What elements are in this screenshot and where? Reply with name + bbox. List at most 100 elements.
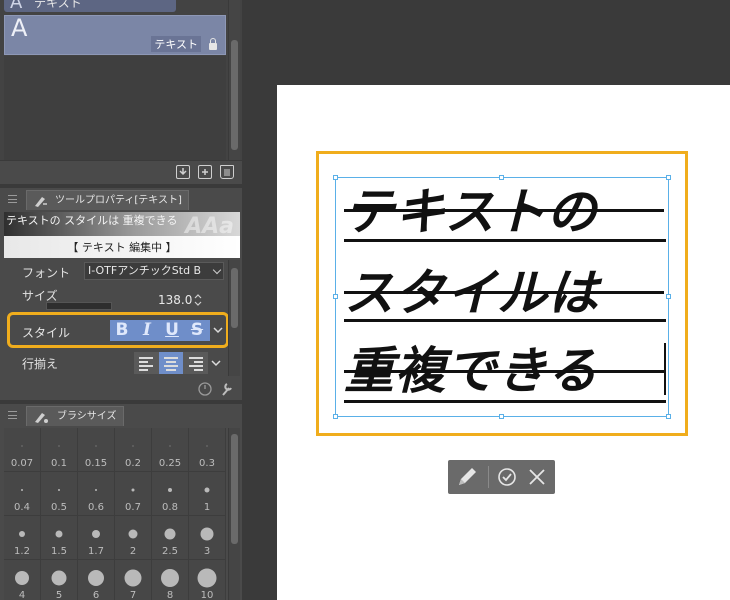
brush-size-cell[interactable]: 0.2 xyxy=(115,428,152,472)
align-center-icon[interactable] xyxy=(159,352,183,374)
brush-size-dot-icon xyxy=(21,445,23,447)
style-button-group: B I U S xyxy=(110,320,210,341)
brush-size-cell[interactable]: 4 xyxy=(4,560,41,600)
brush-size-icon xyxy=(33,410,49,424)
layer-item-label: テキスト xyxy=(151,36,201,52)
tab-tool-property[interactable]: ツールプロパティ[テキスト] xyxy=(26,190,189,210)
brush-size-dot-icon xyxy=(19,531,25,537)
resize-handle[interactable] xyxy=(666,414,671,419)
brush-size-dot-icon xyxy=(95,489,97,491)
layer-list-empty-area xyxy=(4,56,226,160)
merge-down-icon[interactable] xyxy=(176,165,190,179)
preview-status: 【 テキスト 編集中 】 xyxy=(67,241,177,254)
brush-size-scrollbar[interactable] xyxy=(228,428,240,600)
pencil-icon[interactable] xyxy=(450,460,484,494)
underline-button[interactable]: U xyxy=(160,320,184,341)
resize-handle[interactable] xyxy=(499,175,504,180)
layer-scrollbar-thumb[interactable] xyxy=(231,40,238,150)
brush-size-label: 2.5 xyxy=(162,546,178,557)
layer-item-top-label: テキスト xyxy=(34,0,82,10)
brush-size-cell[interactable]: 8 xyxy=(152,560,189,600)
tool-property-header: ツールプロパティ[テキスト] xyxy=(0,188,242,210)
brush-size-cell[interactable]: 0.15 xyxy=(78,428,115,472)
confirm-icon[interactable] xyxy=(490,460,524,494)
tool-property-scrollbar-thumb[interactable] xyxy=(231,268,238,328)
resize-handle[interactable] xyxy=(333,294,338,299)
brush-size-cell[interactable]: 0.7 xyxy=(115,472,152,516)
brush-size-cell[interactable]: 0.1 xyxy=(41,428,78,472)
layer-panel: A テキスト A テキスト xyxy=(0,0,242,184)
size-slider[interactable] xyxy=(46,302,112,310)
layer-item-top[interactable]: A テキスト xyxy=(4,0,176,12)
brush-size-label: 1.7 xyxy=(88,546,104,557)
brush-size-label: 0.5 xyxy=(51,502,67,513)
brush-size-cell[interactable]: 1 xyxy=(189,472,226,516)
brush-size-dot-icon xyxy=(168,488,172,492)
brush-size-dot-icon xyxy=(197,568,217,588)
chevron-down-icon xyxy=(212,265,222,275)
style-dropdown-icon[interactable] xyxy=(212,321,224,339)
brush-size-cell[interactable]: 0.25 xyxy=(152,428,189,472)
brush-size-cell[interactable]: 1.5 xyxy=(41,516,78,560)
trash-icon[interactable] xyxy=(220,165,234,179)
size-spinner-icon[interactable] xyxy=(194,293,202,307)
brush-size-cell[interactable]: 0.07 xyxy=(4,428,41,472)
brush-size-grid: 0.07 0.1 0.15 0.2 0.25 0.3 0.4 0.5 0.6 0.7 0.8 1 1.2… xyxy=(4,428,226,600)
brush-size-scrollbar-thumb[interactable] xyxy=(231,434,238,544)
preview-status-bar: 【 テキスト 編集中 】 xyxy=(4,236,240,258)
close-icon[interactable] xyxy=(520,460,554,494)
align-dropdown-icon[interactable] xyxy=(210,356,222,373)
align-button-group xyxy=(134,352,208,374)
font-select[interactable]: I-OTFアンチックStd B xyxy=(84,262,224,280)
brush-size-dot-icon xyxy=(161,569,179,587)
brush-size-label: 2 xyxy=(129,546,137,557)
panel-menu-icon[interactable] xyxy=(8,411,17,419)
brush-size-cell[interactable]: 1.7 xyxy=(78,516,115,560)
brush-size-label: 1 xyxy=(203,502,211,513)
resize-handle[interactable] xyxy=(666,175,671,180)
resize-handle[interactable] xyxy=(499,414,504,419)
duplicate-layer-icon[interactable] xyxy=(198,165,212,179)
tool-preview: テキストの スタイルは 重複できる AAa 【 テキスト 編集中 】 xyxy=(4,212,240,258)
tab-brush-size[interactable]: ブラシサイズ xyxy=(26,406,124,426)
brush-size-cell[interactable]: 10 xyxy=(189,560,226,600)
brush-size-cell[interactable]: 6 xyxy=(78,560,115,600)
align-left-icon[interactable] xyxy=(134,352,158,374)
brush-size-cell[interactable]: 0.6 xyxy=(78,472,115,516)
bold-button[interactable]: B xyxy=(110,320,134,341)
brush-size-label: 0.4 xyxy=(14,502,30,513)
brush-size-dot-icon xyxy=(206,445,208,447)
size-value[interactable]: 138.0 xyxy=(158,293,192,307)
brush-size-dot-icon xyxy=(164,528,176,540)
brush-size-cell[interactable]: 2.5 xyxy=(152,516,189,560)
brush-size-cell[interactable]: 1.2 xyxy=(4,516,41,560)
brush-size-label: 7 xyxy=(129,590,137,600)
lock-icon[interactable] xyxy=(209,38,217,50)
brush-size-cell[interactable]: 3 xyxy=(189,516,226,560)
brush-size-cell[interactable]: 7 xyxy=(115,560,152,600)
brush-size-dot-icon xyxy=(15,571,29,585)
align-right-icon[interactable] xyxy=(184,352,208,374)
brush-size-cell[interactable]: 0.4 xyxy=(4,472,41,516)
text-tool-icon xyxy=(33,194,49,208)
brush-size-label: 4 xyxy=(18,590,26,600)
layer-item-selected[interactable]: A テキスト xyxy=(4,14,226,55)
brush-size-cell[interactable]: 5 xyxy=(41,560,78,600)
brush-size-label: 1.5 xyxy=(51,546,67,557)
brush-size-cell[interactable]: 0.3 xyxy=(189,428,226,472)
brush-size-cell[interactable]: 0.8 xyxy=(152,472,189,516)
brush-size-label: 3 xyxy=(203,546,211,557)
preview-title: テキストの スタイルは 重複できる xyxy=(6,214,178,227)
text-line-1[interactable]: テキストの xyxy=(344,184,672,240)
brush-size-cell[interactable]: 2 xyxy=(115,516,152,560)
resize-handle[interactable] xyxy=(333,414,338,419)
brush-size-dot-icon xyxy=(51,570,67,586)
brush-size-label: 0.1 xyxy=(51,458,67,469)
italic-button[interactable]: I xyxy=(135,320,159,341)
resize-handle[interactable] xyxy=(333,175,338,180)
panel-menu-icon[interactable] xyxy=(8,195,17,203)
strikethrough-button[interactable]: S xyxy=(185,320,209,341)
brush-size-cell[interactable]: 0.5 xyxy=(41,472,78,516)
layer-scrollbar[interactable] xyxy=(228,0,240,160)
tool-property-scrollbar[interactable] xyxy=(228,260,240,376)
